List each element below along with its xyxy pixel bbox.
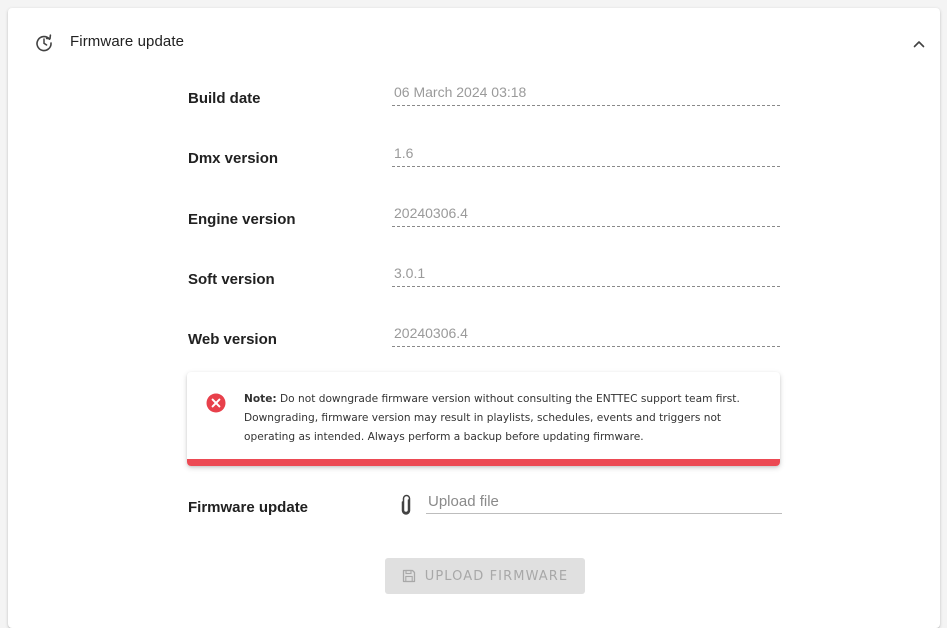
save-icon [402,569,415,583]
engine-version-value: 20240306.4 [394,205,468,221]
engine-version-label: Engine version [188,211,296,228]
panel-header[interactable]: Firmware update [8,8,940,74]
dmx-version-value: 1.6 [394,145,414,161]
build-date-field: 06 March 2024 03:18 [392,83,780,106]
dmx-version-field: 1.6 [392,144,780,167]
upload-firmware-button-label: UPLOAD FIRMWARE [424,568,569,584]
upload-firmware-button[interactable]: UPLOAD FIRMWARE [385,558,585,594]
alert-accent-bar [187,459,780,466]
paperclip-icon[interactable] [399,494,413,516]
web-version-field: 20240306.4 [392,324,780,347]
firmware-update-label: Firmware update [188,499,309,516]
web-version-value: 20240306.4 [394,325,468,341]
chevron-up-icon[interactable] [911,36,927,52]
soft-version-field: 3.0.1 [392,264,780,287]
web-version-label: Web version [188,331,277,348]
panel-title: Firmware update [70,33,185,50]
history-icon [36,34,52,52]
alert-body: Do not downgrade firmware version withou… [244,393,740,443]
firmware-panel: Firmware update Build date 06 March 2024… [8,8,940,628]
downgrade-warning-alert: Note: Do not downgrade firmware version … [187,372,780,466]
upload-file-input[interactable] [426,489,782,514]
alert-lead: Note: [244,393,277,405]
soft-version-label: Soft version [188,271,275,288]
dmx-version-label: Dmx version [188,150,279,167]
engine-version-field: 20240306.4 [392,204,780,227]
alert-message: Note: Do not downgrade firmware version … [244,390,764,447]
build-date-label: Build date [188,90,261,107]
build-date-value: 06 March 2024 03:18 [394,84,527,100]
soft-version-value: 3.0.1 [394,265,426,281]
error-circle-icon [206,393,226,413]
